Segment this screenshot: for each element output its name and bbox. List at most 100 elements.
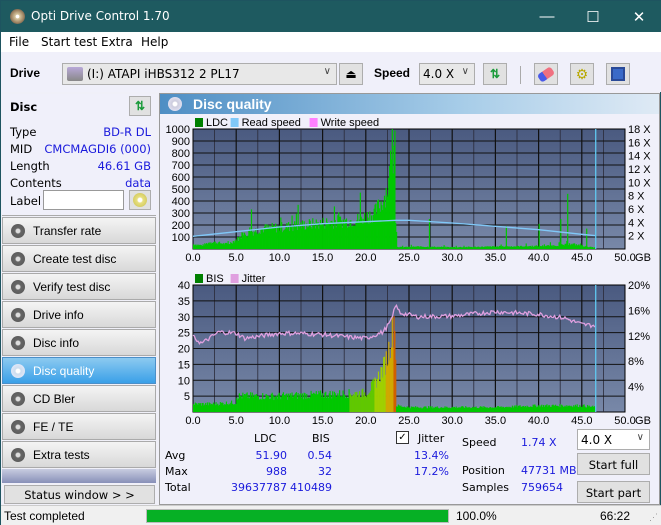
y2-tick-label: 12 X [628, 164, 651, 176]
x-tick-label: 35.0 [485, 252, 506, 264]
speed-label: Speed [462, 436, 497, 449]
resize-grip-icon[interactable]: ⋰ [649, 512, 658, 523]
disc-length-value: 46.61 GB [97, 159, 151, 173]
gears-icon: ⚙ [575, 65, 589, 82]
nav-fe-te[interactable]: FE / TE [2, 413, 156, 440]
nav-filler [2, 469, 156, 483]
progress-text: 100.0% [456, 509, 497, 523]
nav-extra-tests[interactable]: Extra tests [2, 441, 156, 468]
elapsed-time: 66:22 [599, 509, 630, 523]
nav-label: FE / TE [33, 420, 74, 434]
settings-button[interactable]: ⚙ [570, 63, 594, 85]
disc-nav-icon [11, 448, 25, 462]
test-speed-select[interactable]: 4.0 X ∨ [577, 429, 650, 450]
erase-button[interactable] [534, 63, 558, 85]
ldc-spike [428, 219, 431, 249]
disc-nav-icon [11, 364, 25, 378]
x-tick-label: 35.0 [485, 415, 506, 427]
speed-value: 1.74 X [521, 436, 557, 449]
x-axis-unit: GB [635, 415, 651, 427]
window-title: Opti Drive Control 1.70 [31, 9, 170, 23]
drive-select[interactable]: (I:) ATAPI iHBS312 2 PL17 ∨ [62, 63, 337, 85]
stats-max-bis: 32 [318, 465, 332, 478]
menu-extra[interactable]: Extra [101, 35, 133, 49]
refresh-arrows-icon: ⇅ [489, 67, 501, 81]
x-tick-label: 5.0 [229, 252, 244, 264]
jitter-checkbox[interactable]: ✓ [396, 431, 409, 444]
x-tick-label: 50.0 [614, 252, 635, 264]
menu-file[interactable]: File [9, 35, 29, 49]
y-tick-label: 600 [172, 172, 190, 184]
eject-button[interactable]: ⏏ [339, 63, 363, 85]
maximize-button[interactable]: ☐ [570, 1, 616, 32]
disc-label-button[interactable] [129, 190, 151, 210]
legend-label: BIS [206, 273, 224, 285]
minimize-button[interactable]: — [524, 1, 570, 32]
start-part-button[interactable]: Start part [577, 481, 650, 503]
ldc-bar [396, 231, 398, 249]
x-tick-label: 50.0 [614, 415, 635, 427]
nav-transfer-rate[interactable]: Transfer rate [2, 217, 156, 244]
test-speed-value: 4.0 X [581, 433, 613, 447]
y-tick-label: 15 [178, 359, 190, 371]
y-tick-label: 300 [172, 208, 190, 220]
stats-max-ldc: 988 [266, 465, 287, 478]
nav-drive-info[interactable]: Drive info [2, 301, 156, 328]
y-tick-label: 10 [178, 375, 190, 387]
save-button[interactable] [606, 63, 630, 85]
disc-refresh-button[interactable]: ⇅ [129, 96, 151, 116]
disc-mid-label: MID [10, 142, 33, 156]
y2-tick-label: 12% [628, 331, 650, 343]
disc-nav-icon [11, 392, 25, 406]
disc-nav-icon [11, 336, 25, 350]
y-tick-label: 40 [178, 280, 190, 292]
position-label: Position [462, 464, 505, 477]
samples-label: Samples [462, 481, 509, 494]
y-tick-label: 35 [178, 296, 190, 308]
nav-label: Create test disc [33, 252, 117, 266]
disc-contents-label: Contents [10, 176, 62, 190]
legend-label: Read speed [242, 117, 301, 129]
nav-label: Extra tests [33, 448, 90, 462]
status-text: Test completed [4, 509, 85, 523]
stats-avg-jitter: 13.4% [414, 449, 449, 462]
panel-title: Disc quality [193, 96, 272, 112]
ldc-spike [538, 223, 540, 249]
menu-start-test[interactable]: Start test [41, 35, 97, 49]
nav-disc-info[interactable]: Disc info [2, 329, 156, 356]
disc-label-input[interactable] [43, 190, 124, 210]
eject-icon: ⏏ [345, 67, 357, 81]
refresh-button[interactable]: ⇅ [483, 63, 507, 85]
nav-disc-quality[interactable]: Disc quality [2, 357, 156, 384]
x-tick-label: 15.0 [312, 252, 333, 264]
status-window-button[interactable]: Status window > > [4, 485, 155, 504]
title-bar: Opti Drive Control 1.70 — ☐ ✕ [1, 1, 661, 32]
start-full-button[interactable]: Start full [577, 453, 650, 475]
disc-nav-icon [11, 280, 25, 294]
jitter-label: Jitter [418, 432, 445, 445]
y2-tick-label: 8% [628, 356, 644, 368]
y-tick-label: 500 [172, 184, 190, 196]
ldc-spike [586, 228, 588, 249]
x-tick-label: 30.0 [441, 252, 462, 264]
legend-label: Write speed [321, 117, 380, 129]
nav-label: Drive info [33, 308, 84, 322]
status-bar: Test completed 100.0% 66:22 ⋰ [1, 505, 661, 525]
toolbar-separator [520, 66, 521, 84]
nav-cd-bler[interactable]: CD Bler [2, 385, 156, 412]
nav-label: Transfer rate [33, 224, 102, 238]
x-tick-label: 45.0 [571, 415, 592, 427]
nav-label: Verify test disc [33, 280, 111, 294]
nav-create-test-disc[interactable]: Create test disc [2, 245, 156, 272]
nav-verify-test-disc[interactable]: Verify test disc [2, 273, 156, 300]
x-tick-label: 0.0 [185, 252, 200, 264]
speed-select[interactable]: 4.0 X ∨ [419, 63, 475, 85]
stats-total-label: Total [165, 481, 191, 494]
close-button[interactable]: ✕ [616, 1, 661, 32]
main-panel: Disc quality LDC Read speed Write speed 0.0… [159, 93, 660, 505]
menu-help[interactable]: Help [141, 35, 168, 49]
ldc-spike [394, 130, 396, 249]
ldc-spike [505, 226, 507, 249]
stats-total-ldc: 39637787 [231, 481, 287, 494]
x-tick-label: 10.0 [269, 252, 290, 264]
